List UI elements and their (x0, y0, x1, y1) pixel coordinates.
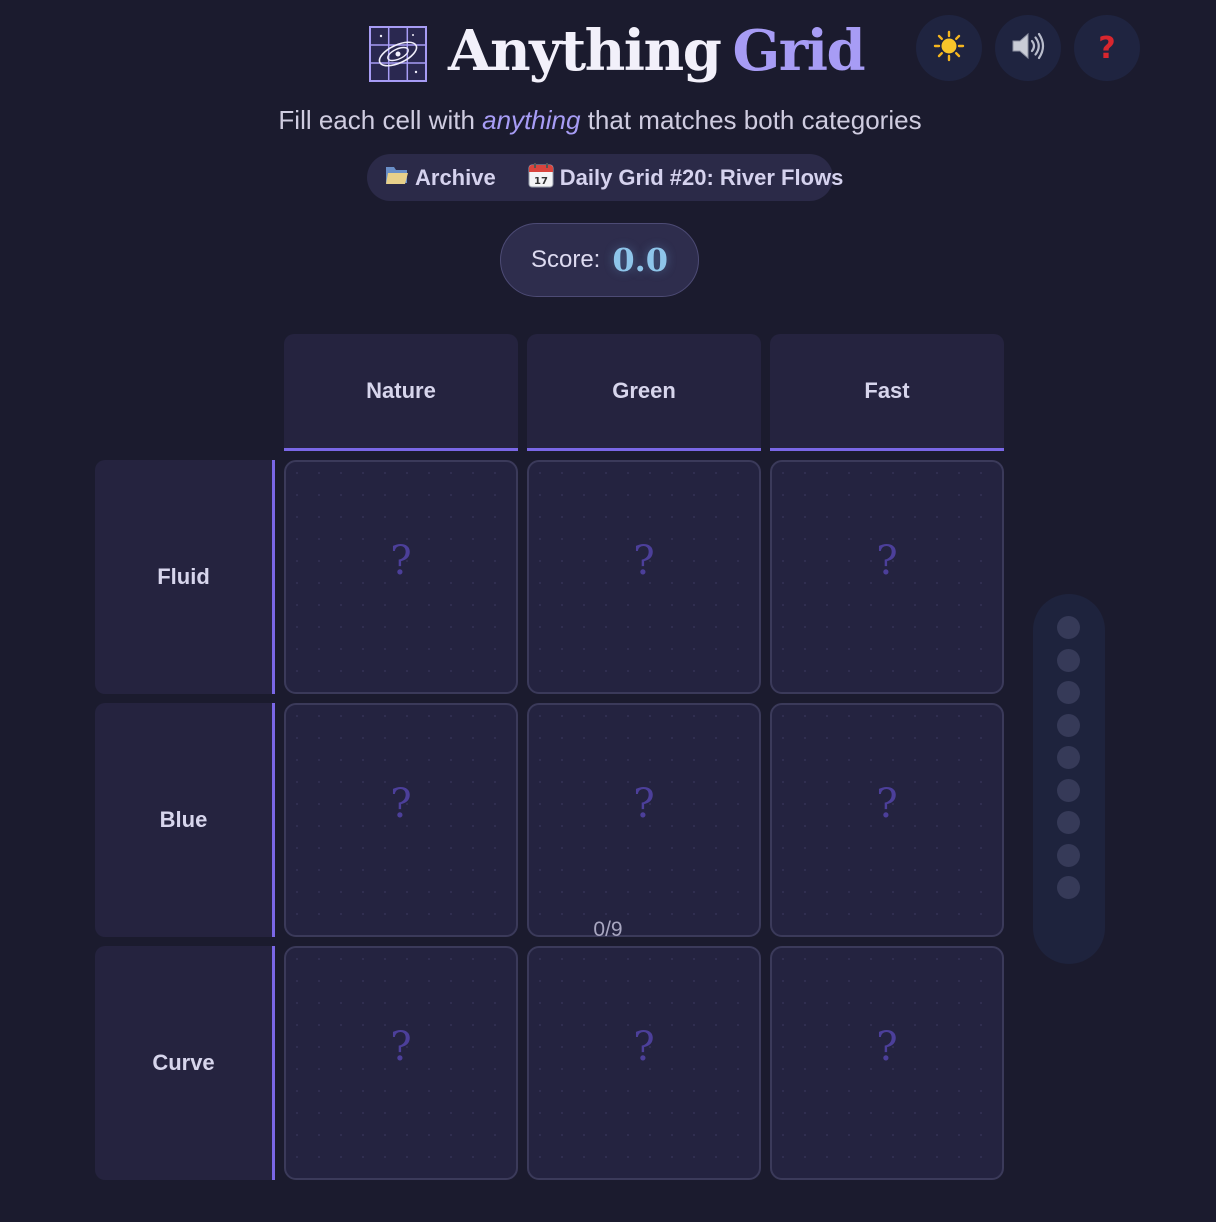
calendar-day: 17 (534, 176, 548, 187)
cell-placeholder: ? (390, 781, 412, 827)
progress-dot (1057, 616, 1080, 639)
progress-dot (1057, 778, 1080, 802)
help-question-icon: ? (1098, 30, 1116, 66)
cell-placeholder: ? (876, 1024, 898, 1070)
score-value: 0.0 (612, 241, 669, 279)
grid-cell-blue-green[interactable]: ? (527, 703, 761, 937)
column-header-green: Green (527, 334, 761, 451)
progress-dot (1057, 843, 1080, 867)
grid-cell-curve-fast[interactable]: ? (770, 946, 1004, 1180)
row-header-curve: Curve (95, 946, 275, 1180)
cell-placeholder: ? (633, 1024, 655, 1070)
grid-cell-fluid-green[interactable]: ? (527, 460, 761, 694)
score-label: Score: (530, 246, 601, 273)
progress-dot (1057, 648, 1080, 672)
progress-dot (1057, 746, 1080, 769)
game-page: Anything Grid ? Fill each cell with anyt… (0, 0, 1216, 1222)
grid-cell-fluid-fast[interactable]: ? (770, 460, 1004, 694)
progress-dots (1057, 616, 1080, 909)
subtitle: Fill each cell with anything that matche… (0, 100, 1200, 140)
row-header-blue: Blue (95, 703, 275, 937)
sun-icon (933, 30, 965, 67)
archive-label: Archive (415, 164, 496, 190)
grid-cell-curve-green[interactable]: ? (527, 946, 761, 1180)
score-display: Score: 0.0 (500, 223, 699, 297)
cell-placeholder: ? (390, 538, 412, 584)
cell-placeholder: ? (633, 538, 655, 584)
sound-toggle-button[interactable] (995, 15, 1061, 81)
grid-cell-curve-nature[interactable]: ? (284, 946, 518, 1180)
cell-placeholder: ? (633, 781, 655, 827)
subtitle-text-before: Fill each cell with (278, 105, 475, 135)
speaker-icon (1010, 30, 1046, 67)
cell-placeholder: ? (390, 1024, 412, 1070)
progress-count: 0/9 (593, 918, 623, 941)
progress-dot (1057, 713, 1080, 737)
subtitle-emphasis: anything (482, 105, 581, 135)
grid-cell-blue-nature[interactable]: ? (284, 703, 518, 937)
subtitle-text-after: that matches both categories (587, 105, 922, 135)
column-header-nature: Nature (284, 334, 518, 451)
galaxy-grid-logo-icon (369, 26, 427, 82)
theme-toggle-button[interactable] (916, 15, 982, 81)
progress-tracker (1033, 594, 1105, 964)
grid-cell-fluid-nature[interactable]: ? (284, 460, 518, 694)
cell-placeholder: ? (876, 538, 898, 584)
progress-dot (1057, 811, 1080, 834)
title-word-anything: Anything (448, 18, 722, 84)
progress-dot (1057, 681, 1080, 704)
page-title: Anything Grid (448, 16, 866, 86)
title-word-grid: Grid (732, 18, 865, 84)
daily-grid-link[interactable]: 17 Daily Grid #20: River Flows (528, 154, 854, 201)
help-button[interactable]: ? (1074, 15, 1140, 81)
row-header-fluid: Fluid (95, 460, 275, 694)
column-header-fast: Fast (770, 334, 1004, 451)
daily-grid-label: Daily Grid #20: River Flows (559, 164, 844, 190)
progress-dot (1057, 876, 1080, 899)
navigation-bar: Archive 17 Daily Grid #20: River Flows (367, 154, 843, 201)
calendar-icon: 17 (528, 162, 560, 194)
folder-icon (385, 164, 415, 192)
cell-placeholder: ? (876, 781, 898, 827)
grid-cell-blue-fast[interactable]: ? (770, 703, 1004, 937)
archive-link[interactable]: Archive (367, 154, 512, 201)
